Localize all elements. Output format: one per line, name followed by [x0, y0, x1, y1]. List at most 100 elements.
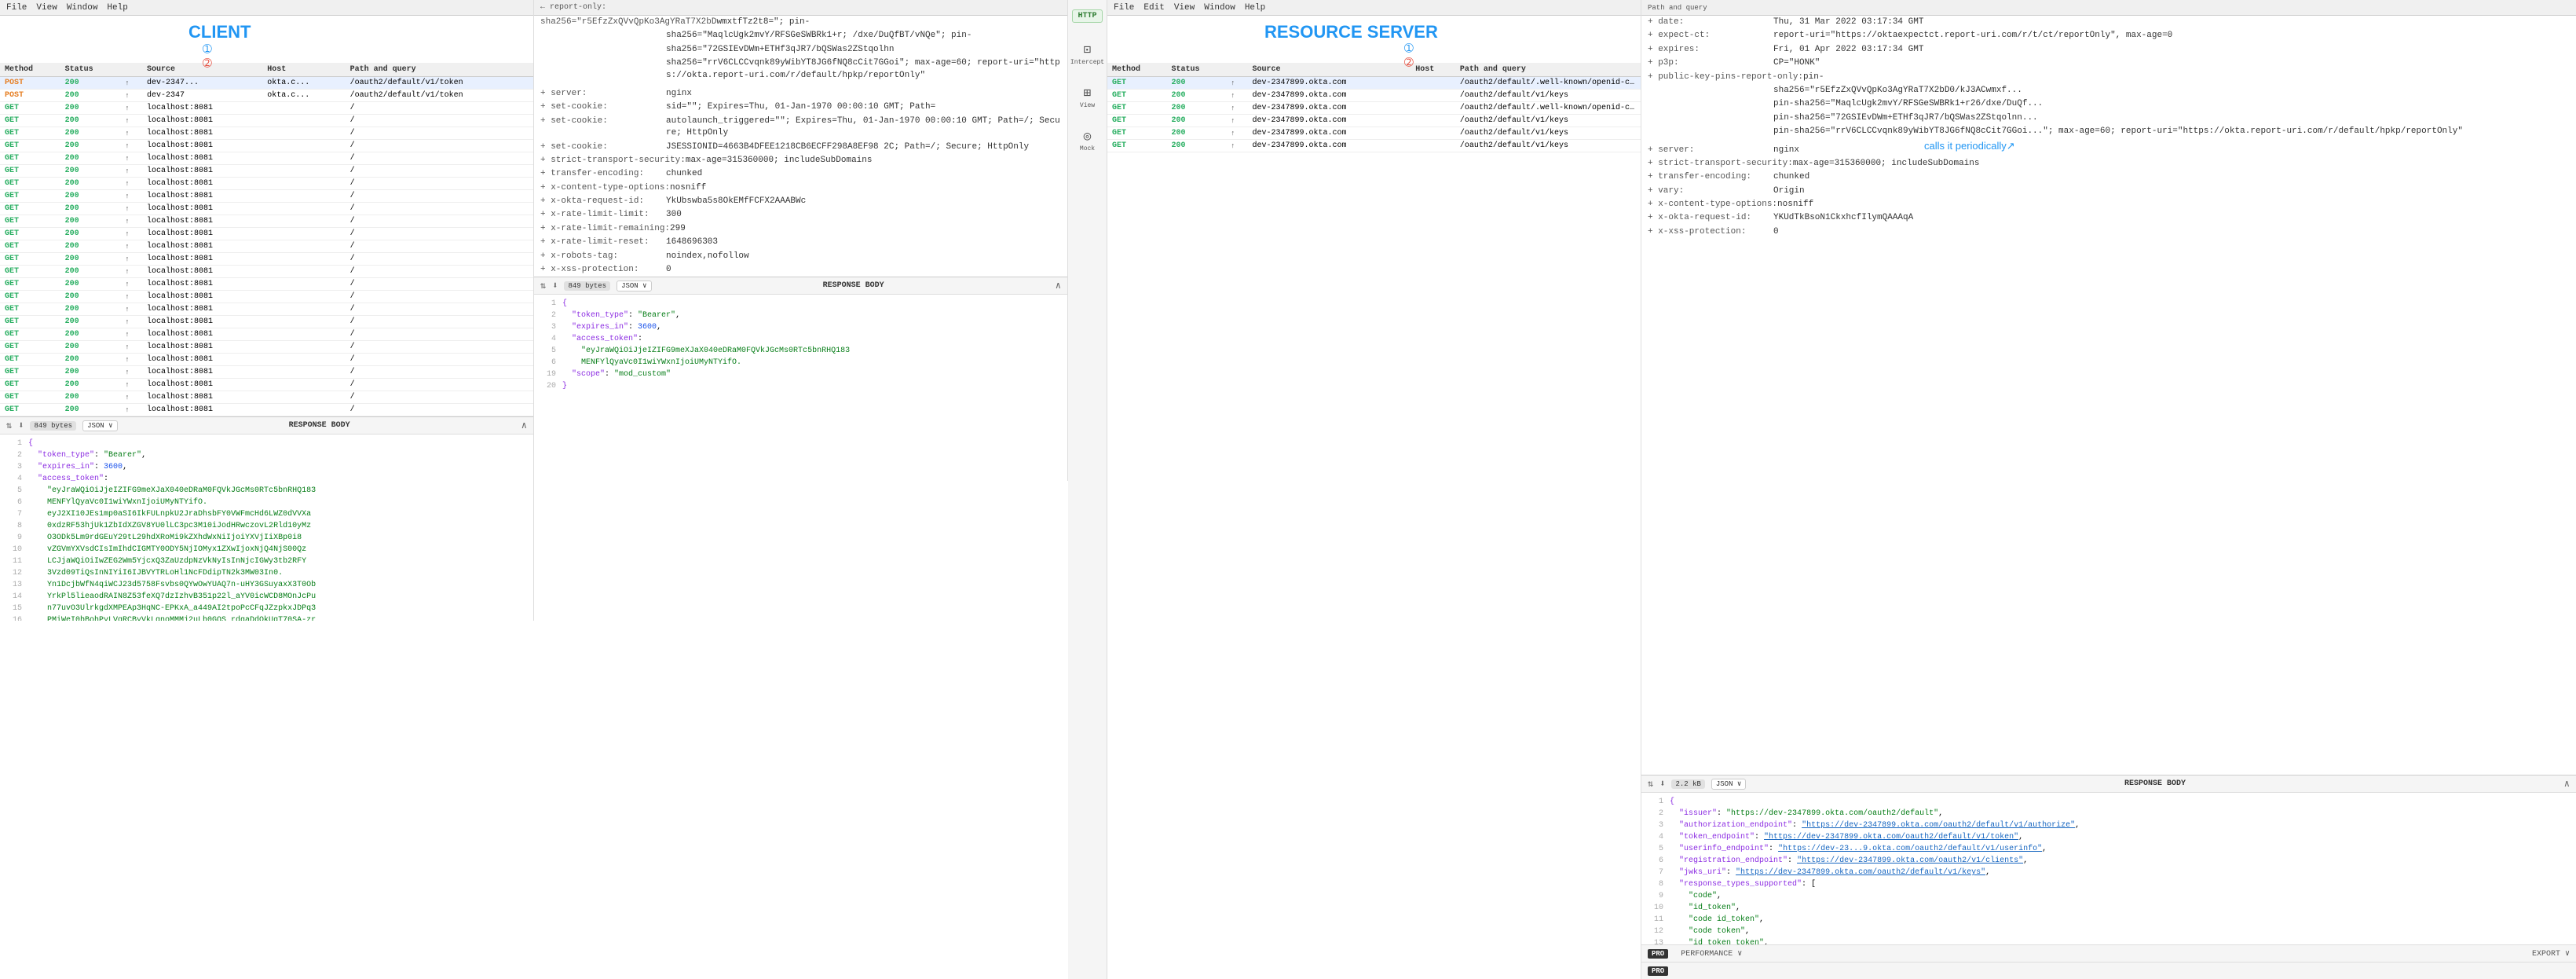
detail-server: + server: nginx: [1641, 144, 2576, 157]
table-row[interactable]: GET200↑localhost:8081/: [0, 404, 533, 416]
method-cell: GET: [0, 140, 60, 152]
header-xrlr: + x-rate-limit-remaining: 299: [534, 222, 1067, 236]
menu-file[interactable]: File: [6, 3, 27, 13]
table-row[interactable]: GET200↑localhost:8081/: [0, 102, 533, 115]
arrow-cell: ↑: [120, 190, 142, 203]
table-row[interactable]: GET200↑localhost:8081/: [0, 328, 533, 341]
table-row[interactable]: GET200↑localhost:8081/: [0, 391, 533, 404]
menu-view[interactable]: View: [36, 3, 57, 13]
collapse-icon[interactable]: ∧: [521, 420, 527, 431]
host-cell: [262, 203, 345, 215]
table-row[interactable]: GET200↑localhost:8081/: [0, 354, 533, 366]
table-row[interactable]: GET 200 ↑ dev-2347899.okta.com /oauth2/d…: [1107, 127, 1641, 140]
source-cell: localhost:8081: [142, 228, 262, 240]
detail-xxss-r: + x-xss-protection: 0: [1641, 226, 2576, 239]
resource-expand-icon[interactable]: ⇅: [1648, 778, 1653, 790]
table-row[interactable]: GET200↑localhost:8081/: [0, 152, 533, 165]
table-row[interactable]: GET200↑localhost:8081/: [0, 253, 533, 266]
menu-help[interactable]: Help: [107, 3, 127, 13]
header-xrlre: + x-rate-limit-reset: 1648696303: [534, 236, 1067, 249]
table-row[interactable]: GET200↑localhost:8081/: [0, 190, 533, 203]
arrow-cell: ↑: [120, 303, 142, 316]
status-cell: 200: [60, 228, 121, 240]
intercept-btn[interactable]: ⊡ Intercept: [1067, 38, 1107, 69]
left-panel: File View Window Help CLIENT ➀ ➁ Method …: [0, 0, 534, 621]
table-row[interactable]: GET 200 ↑ dev-2347899.okta.com /oauth2/d…: [1107, 102, 1641, 115]
path-cell: /: [346, 341, 533, 354]
download-icon[interactable]: ⬇: [18, 420, 24, 431]
table-row[interactable]: GET200↑localhost:8081/: [0, 278, 533, 291]
table-row[interactable]: GET200↑localhost:8081/: [0, 115, 533, 127]
header-te: + transfer-encoding: chunked: [534, 167, 1067, 181]
table-row[interactable]: GET 200 ↑ dev-2347899.okta.com /oauth2/d…: [1107, 115, 1641, 127]
path-cell: /: [346, 165, 533, 178]
host-cell: [262, 140, 345, 152]
status-cell: 200: [60, 215, 121, 228]
table-row[interactable]: GET200↑localhost:8081/: [0, 203, 533, 215]
table-row[interactable]: GET200↑localhost:8081/: [0, 228, 533, 240]
method-cell: GET: [1107, 90, 1167, 102]
table-row[interactable]: GET200↑localhost:8081/: [0, 316, 533, 328]
table-row[interactable]: POST 200 ↑ dev-2347 okta.c... /oauth2/de…: [0, 90, 533, 102]
path-cell: /oauth2/default/v1/token: [346, 90, 533, 102]
table-row[interactable]: GET 200 ↑ dev-2347899.okta.com /oauth2/d…: [1107, 90, 1641, 102]
status-cell: 200: [60, 178, 121, 190]
col-status: Status: [60, 63, 121, 77]
host-cell: [262, 291, 345, 303]
path-cell: /oauth2/default/v1/token: [346, 77, 533, 90]
format-selector[interactable]: JSON ∨: [82, 420, 117, 431]
mock-btn[interactable]: ◎ Mock: [1077, 125, 1098, 156]
arrow-cell: ↑: [1226, 140, 1247, 152]
host-cell: [1411, 140, 1455, 152]
table-row[interactable]: GET200↑localhost:8081/: [0, 291, 533, 303]
middle-expand-icon[interactable]: ⇅: [540, 280, 546, 292]
arrow-cell: ↑: [120, 291, 142, 303]
header-item: sha256="72GSIEvDWm+ETHf3qJR7/bQSWas2ZStq…: [534, 43, 1067, 57]
host-cell: [262, 115, 345, 127]
table-row[interactable]: GET200↑localhost:8081/: [0, 178, 533, 190]
resource-detail-menu: Path and query: [1641, 0, 2576, 16]
arrow-cell: ↑: [120, 316, 142, 328]
method-cell: POST: [0, 77, 60, 90]
middle-format-selector[interactable]: JSON ∨: [617, 280, 651, 292]
view-btn[interactable]: ⊞ View: [1077, 82, 1098, 112]
menu-window-r[interactable]: Window: [1204, 3, 1235, 13]
method-cell: GET: [0, 203, 60, 215]
resource-collapse-icon[interactable]: ∧: [2564, 778, 2570, 790]
header-item: sha256="r5EfzZxQVvQpKo3AgYRaT7X2bD wmxtf…: [534, 16, 1067, 29]
arrow-cell: ↑: [120, 140, 142, 152]
menu-view-r[interactable]: View: [1174, 3, 1195, 13]
table-row[interactable]: GET 200 ↑ dev-2347899.okta.com /oauth2/d…: [1107, 77, 1641, 90]
export-label[interactable]: EXPORT ∨: [2532, 949, 2570, 959]
table-row[interactable]: GET200↑localhost:8081/: [0, 366, 533, 379]
menu-window[interactable]: Window: [67, 3, 98, 13]
performance-label[interactable]: PERFORMANCE ∨: [1681, 949, 1742, 959]
resource-response-header: ⇅ ⬇ 2.2 kB JSON ∨ RESPONSE BODY ∧: [1641, 776, 2576, 793]
table-row[interactable]: GET200↑localhost:8081/: [0, 165, 533, 178]
menu-help-r[interactable]: Help: [1245, 3, 1265, 13]
source-cell: localhost:8081: [142, 240, 262, 253]
table-row[interactable]: POST 200 ↑ dev-2347... okta.c... /oauth2…: [0, 77, 533, 90]
table-row[interactable]: GET200↑localhost:8081/: [0, 379, 533, 391]
table-row[interactable]: GET200↑localhost:8081/: [0, 341, 533, 354]
table-row[interactable]: GET200↑localhost:8081/: [0, 140, 533, 152]
table-row[interactable]: GET200↑localhost:8081/: [0, 303, 533, 316]
resource-download-icon[interactable]: ⬇: [1659, 778, 1665, 790]
table-row[interactable]: GET200↑localhost:8081/: [0, 240, 533, 253]
menu-edit-r[interactable]: Edit: [1143, 3, 1164, 13]
resource-format-selector[interactable]: JSON ∨: [1711, 779, 1746, 790]
expand-icon[interactable]: ⇅: [6, 420, 12, 431]
status-cell: 200: [1167, 127, 1227, 140]
table-row[interactable]: GET200↑localhost:8081/: [0, 127, 533, 140]
middle-collapse-icon[interactable]: ∧: [1056, 280, 1061, 292]
table-row[interactable]: GET200↑localhost:8081/: [0, 215, 533, 228]
host-cell: [262, 341, 345, 354]
menu-file-r[interactable]: File: [1114, 3, 1134, 13]
table-row[interactable]: GET 200 ↑ dev-2347899.okta.com /oauth2/d…: [1107, 140, 1641, 152]
middle-download-icon[interactable]: ⬇: [552, 280, 558, 292]
method-cell: GET: [0, 228, 60, 240]
arrow-cell: ↑: [120, 328, 142, 341]
status-cell: 200: [60, 140, 121, 152]
table-row[interactable]: GET200↑localhost:8081/: [0, 266, 533, 278]
http-icon-btn[interactable]: HTTP: [1069, 6, 1105, 26]
